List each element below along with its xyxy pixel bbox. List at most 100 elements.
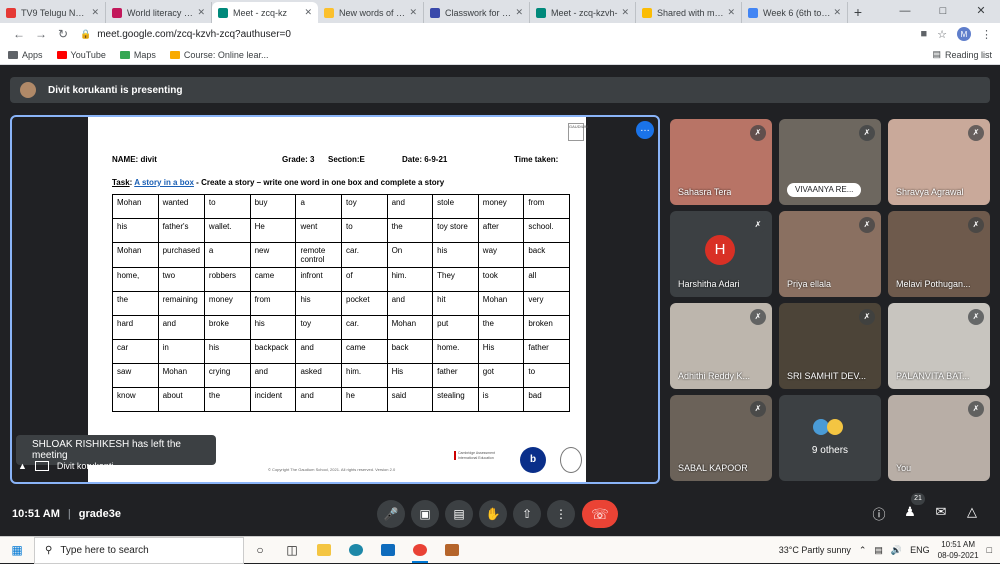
url-field[interactable]: 🔒 meet.google.com/zcq-kzvh-zcq?authuser=… [80,25,920,43]
close-tab-icon[interactable]: ✕ [409,7,417,18]
browser-tab[interactable]: Meet - zcq-kzvh- ✕ [530,2,636,23]
participant-tile[interactable]: ✗ You [888,395,990,481]
reading-list-button[interactable]: ▤ Reading list [932,49,992,60]
bookmark-item[interactable]: Course: Online lear... [169,50,268,60]
close-tab-icon[interactable]: ✕ [197,7,205,18]
participant-tile[interactable]: ✗ Priya ellala [779,211,881,297]
table-cell: purchased [157,242,205,268]
leave-call-button[interactable]: ☏ [582,500,618,528]
table-cell: two [157,267,205,292]
bookmark-label: Apps [22,49,43,60]
mail-icon[interactable] [372,537,404,564]
close-tab-icon[interactable]: ✕ [833,7,841,18]
browser-tab[interactable]: Shared with me - ✕ [636,2,742,23]
bookmark-item[interactable]: Apps [8,50,43,60]
presenter-avatar [20,82,36,98]
bookmark-item[interactable]: YouTube [56,49,106,60]
participant-name: Priya ellala [787,279,832,289]
participant-tile[interactable]: ✗ Sahasra Tera [670,119,772,205]
school-logo: GAUDIUM [568,123,588,141]
participant-tile[interactable]: ✗ Adhithi Reddy K... [670,303,772,389]
pin-icon[interactable]: ▲ [18,461,27,471]
bookmark-star-icon[interactable]: ☆ [937,28,947,41]
screen-share-icon [34,461,49,471]
network-icon[interactable]: ▤ [874,545,883,556]
activities-button[interactable]: △ [962,504,982,520]
forward-icon[interactable]: → [30,27,52,41]
taskbar-search[interactable]: ⚲ Type here to search [34,536,244,564]
present-button[interactable]: ⇧ [513,500,541,528]
more-actions-button[interactable]: ⋮ [547,500,575,528]
participant-name: SRI SAMHIT DEV... [787,371,867,381]
captions-icon: ▤ [453,507,465,521]
participant-tile[interactable]: ✗ SRI SAMHIT DEV... [779,303,881,389]
table-cell: incident [249,387,297,412]
store-app-icon[interactable] [436,537,468,564]
people-button[interactable]: ♟ [900,504,920,520]
participant-tile[interactable]: ✗ SABAL KAPOOR [670,395,772,481]
close-tab-icon[interactable]: ✕ [515,7,523,18]
back-icon[interactable]: ← [8,27,30,41]
close-window-icon[interactable]: ✕ [962,0,1000,23]
task-view-icon[interactable]: ◫ [276,537,308,564]
more-vert-icon: ⋮ [555,507,567,521]
camera-button[interactable]: ▣ [411,500,439,528]
notifications-icon[interactable]: □ [987,545,992,555]
table-cell: toy store [432,218,479,243]
maximize-icon[interactable]: □ [924,0,962,23]
minimize-icon[interactable]: — [886,0,924,23]
raise-hand-button[interactable]: ✋ [479,500,507,528]
browser-tab[interactable]: World literacy day ✕ [106,2,212,23]
participant-tile[interactable]: ✗ Shravya Agrawal [888,119,990,205]
participant-tile[interactable]: 9 others [779,395,881,481]
cortana-icon[interactable]: ○ [244,537,276,564]
participant-tile[interactable]: ✗ PALANVITA BAT... [888,303,990,389]
browser-tab[interactable]: Classwork for Ho ✕ [424,2,530,23]
language-indicator[interactable]: ENG [910,545,930,555]
captions-button[interactable]: ▤ [445,500,473,528]
close-tab-icon[interactable]: ✕ [727,7,735,18]
volume-icon[interactable]: 🔊 [891,545,902,556]
close-tab-icon[interactable]: ✕ [621,7,629,18]
table-cell: toy [341,194,388,219]
edge-icon[interactable] [340,537,372,564]
clock[interactable]: 10:51 AM 08-09-2021 [938,539,979,561]
tab-favicon-icon [642,7,652,18]
bookmark-label: YouTube [70,49,106,60]
new-tab-button[interactable]: + [848,2,868,23]
chrome-icon[interactable] [404,537,436,564]
table-cell: from [523,194,570,219]
meeting-info-button[interactable]: ⓘ [869,504,889,523]
participant-tile[interactable]: ✗ VIVAANYA RE... [779,119,881,205]
browser-tab[interactable]: Week 6 (6th to 9t ✕ [742,2,848,23]
file-explorer-icon[interactable] [308,537,340,564]
bookmark-item[interactable]: Maps [119,50,156,60]
mic-off-icon: ✗ [859,125,875,141]
microphone-button[interactable]: 🎤 [377,500,405,528]
browser-tab[interactable]: Meet - zcq-kz ✕ [212,2,318,23]
weather-text[interactable]: 33°C Partly sunny [779,545,851,555]
participant-tile[interactable]: ✗ Melavi Pothugan... [888,211,990,297]
close-tab-icon[interactable]: ✕ [91,7,99,18]
camera-icon[interactable]: ■ [920,28,927,40]
table-row: home, two robbers came infront of him. They took… [112,267,570,292]
windows-start-icon[interactable]: ▦ [0,543,34,557]
browser-tab[interactable]: TV9 Telugu News ✕ [0,2,106,23]
close-tab-icon[interactable]: ✕ [304,7,312,18]
table-cell: bad [523,387,570,412]
table-cell: a [295,194,343,219]
table-cell: car. [341,242,388,268]
table-cell: the [112,291,159,316]
more-options-button[interactable]: … [636,121,654,139]
chat-button[interactable]: ✉ [931,504,951,520]
tray-chevron-icon[interactable]: ⌃ [859,545,867,556]
table-cell: home. [432,339,479,364]
browser-tab[interactable]: New words of the ✕ [318,2,424,23]
menu-icon[interactable]: ⋮ [981,28,992,41]
tab-title: Meet - zcq-kzvh- [551,7,618,18]
bookmark-icon [8,50,18,59]
table-row: Mohan wanted to buy a toy and stole money from [112,194,570,219]
reload-icon[interactable]: ↻ [52,27,74,41]
profile-avatar[interactable]: M [957,27,971,41]
participant-tile[interactable]: H ✗ Harshitha Adari [670,211,772,297]
